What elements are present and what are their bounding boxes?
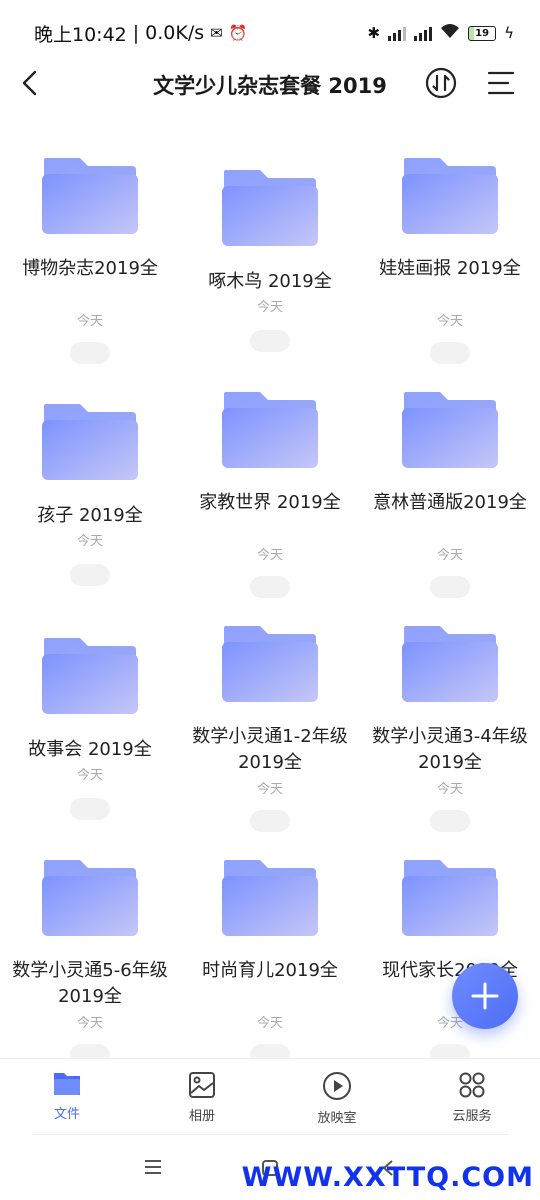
status-separator: | — [132, 22, 140, 44]
folder-item[interactable]: 啄木鸟 2019全 今天 — [180, 150, 360, 384]
folder-name: 意林普通版2019全 — [373, 492, 527, 513]
signal-icon-1 — [388, 25, 407, 41]
folder-icon — [222, 170, 318, 246]
folder-item[interactable]: 家教世界 2019全 今天 — [180, 384, 360, 618]
play-icon — [323, 1072, 351, 1100]
folder-icon — [402, 392, 498, 468]
watermark: WWW.XXTTQ.COM — [241, 1162, 534, 1193]
folder-name: 数学小灵通3-4年级 2019全 — [372, 726, 528, 773]
folder-item[interactable]: 意林普通版2019全 今天 — [360, 384, 540, 618]
nav-item-files[interactable]: 文件 — [2, 1071, 132, 1122]
folder-item[interactable]: 博物杂志2019全 今天 — [0, 150, 180, 384]
folder-tag — [250, 576, 290, 598]
bottom-nav: 文件 相册 放映室 云服务 — [0, 1058, 540, 1136]
folder-item[interactable]: 数学小灵通5-6年级 2019全 今天 — [0, 852, 180, 1086]
recents-icon[interactable] — [142, 1158, 164, 1176]
nav-label: 云服务 — [452, 1109, 492, 1124]
folder-tag — [430, 342, 470, 364]
folder-icon — [222, 860, 318, 936]
folder-date: 今天 — [256, 782, 283, 797]
folder-name: 孩子 2019全 — [37, 505, 143, 526]
grid-icon — [459, 1072, 485, 1098]
folder-tag — [250, 810, 290, 832]
folder-name: 啄木鸟 2019全 — [208, 271, 332, 292]
folder-icon — [42, 638, 138, 714]
folder-item[interactable]: 娃娃画报 2019全 今天 — [360, 150, 540, 384]
signal-icon-2 — [414, 25, 433, 41]
folder-item[interactable]: 数学小灵通1-2年级 2019全 今天 — [180, 618, 360, 852]
photo-icon — [189, 1072, 215, 1098]
folder-name: 数学小灵通5-6年级 2019全 — [12, 960, 168, 1007]
nav-item-cloud[interactable]: 云服务 — [407, 1071, 537, 1124]
back-icon[interactable] — [16, 68, 46, 98]
folder-icon — [42, 158, 138, 234]
folder-name: 时尚育儿2019全 — [202, 960, 338, 981]
folder-item[interactable]: 现代家长2019全 今天 — [360, 852, 540, 1086]
notification-off-icon: ✉ — [210, 24, 223, 42]
folder-icon — [222, 626, 318, 702]
folder-date: 今天 — [436, 314, 463, 329]
battery-icon: 19 — [468, 25, 497, 41]
header: 文学少儿杂志套餐 2019 — [0, 56, 540, 112]
folder-name: 数学小灵通1-2年级 2019全 — [192, 726, 348, 773]
folder-item[interactable]: 故事会 2019全 今天 — [0, 618, 180, 852]
plus-icon — [471, 982, 499, 1010]
folder-icon — [402, 860, 498, 936]
nav-label: 文件 — [53, 1107, 80, 1122]
nav-item-album[interactable]: 相册 — [137, 1071, 267, 1124]
folder-name: 家教世界 2019全 — [199, 492, 341, 513]
folder-date: 今天 — [76, 1016, 103, 1031]
folder-icon — [402, 626, 498, 702]
nav-item-player[interactable]: 放映室 — [272, 1071, 402, 1126]
folder-icon — [402, 158, 498, 234]
menu-icon[interactable] — [486, 69, 516, 97]
folder-date: 今天 — [76, 314, 103, 329]
wifi-icon — [440, 22, 460, 44]
bluetooth-icon: ✱ — [367, 24, 381, 42]
folder-tag — [250, 330, 290, 352]
network-speed: 0.0K/s — [145, 22, 205, 44]
nav-label: 放映室 — [317, 1111, 357, 1126]
folder-tag — [70, 798, 110, 820]
folder-name: 故事会 2019全 — [28, 739, 152, 760]
page-title: 文学少儿杂志套餐 2019 — [153, 74, 387, 98]
folder-tag — [70, 564, 110, 586]
folder-tag — [430, 810, 470, 832]
folder-tag — [430, 576, 470, 598]
folder-date: 今天 — [76, 534, 103, 549]
sort-icon[interactable] — [424, 66, 458, 100]
folder-item[interactable]: 孩子 2019全 今天 — [0, 384, 180, 618]
folder-date: 今天 — [436, 548, 463, 563]
folder-item[interactable]: 数学小灵通3-4年级 2019全 今天 — [360, 618, 540, 852]
alarm-icon: ⏰ — [228, 24, 248, 42]
divider — [32, 1134, 508, 1135]
folder-item[interactable]: 时尚育儿2019全 今天 — [180, 852, 360, 1086]
folder-icon — [42, 860, 138, 936]
add-button[interactable] — [452, 963, 518, 1029]
folder-date: 今天 — [76, 768, 103, 783]
folder-icon — [42, 404, 138, 480]
charging-icon: ϟ — [504, 24, 514, 42]
status-time: 晚上10:42 — [34, 23, 127, 46]
folder-date: 今天 — [436, 782, 463, 797]
nav-label: 相册 — [188, 1109, 215, 1124]
folder-name: 娃娃画报 2019全 — [379, 258, 521, 279]
folder-icon — [222, 392, 318, 468]
folder-tag — [70, 342, 110, 364]
folder-icon — [54, 1073, 80, 1095]
folder-date: 今天 — [436, 1016, 463, 1031]
folder-name: 博物杂志2019全 — [22, 258, 158, 279]
folder-date: 今天 — [256, 300, 283, 315]
folder-date: 今天 — [256, 548, 283, 563]
folder-date: 今天 — [256, 1016, 283, 1031]
